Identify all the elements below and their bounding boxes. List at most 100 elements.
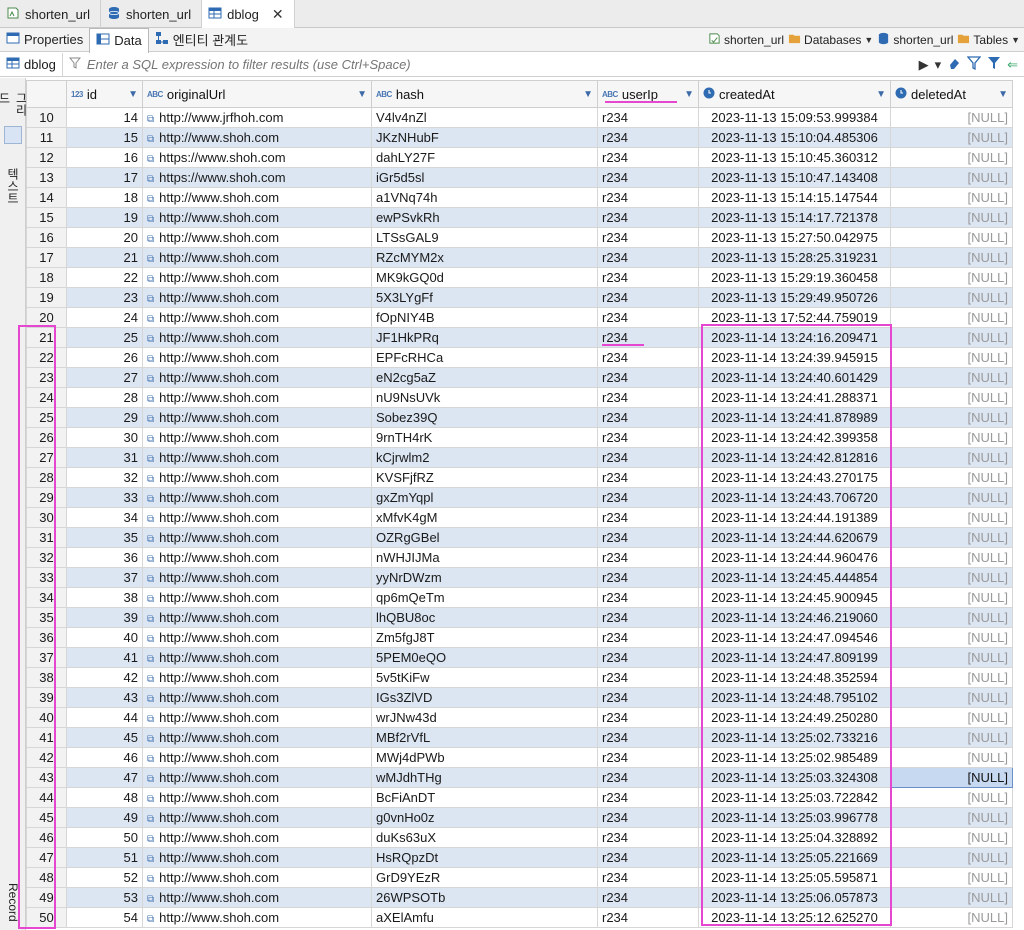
table-row[interactable]: 45 49 ⧉ http://www.shoh.com g0vnHo0z r234 2023…: [26, 807, 1013, 828]
user-ip-cell[interactable]: r234: [597, 267, 699, 288]
user-ip-cell[interactable]: r234: [597, 367, 699, 388]
external-link-icon[interactable]: ⧉: [147, 854, 154, 865]
row-number-cell[interactable]: 27: [26, 447, 67, 468]
tab-dblog[interactable]: dblog ✕: [202, 0, 295, 29]
row-number-cell[interactable]: 15: [26, 207, 67, 228]
original-url-cell[interactable]: ⧉ http://www.shoh.com: [142, 247, 372, 268]
hash-cell[interactable]: JKzNHubF: [371, 127, 598, 148]
original-url-cell[interactable]: ⧉ http://www.shoh.com: [142, 747, 372, 768]
external-link-icon[interactable]: ⧉: [147, 154, 154, 165]
row-number-cell[interactable]: 24: [26, 387, 67, 408]
tab-shorten-url-database[interactable]: shorten_url: [101, 0, 203, 28]
table-row[interactable]: 41 45 ⧉ http://www.shoh.com MBf2rVfL r234 2023…: [26, 727, 1013, 748]
column-header-originalurl[interactable]: ABC originalUrl ▼: [142, 80, 372, 108]
deleted-at-cell[interactable]: [NULL]: [890, 787, 1013, 808]
user-ip-cell[interactable]: r234: [597, 447, 699, 468]
column-header-deletedat[interactable]: deletedAt ▼: [890, 80, 1013, 108]
row-number-cell[interactable]: 45: [26, 807, 67, 828]
deleted-at-cell[interactable]: [NULL]: [890, 567, 1013, 588]
created-at-cell[interactable]: 2023-11-14 13:24:47.094546: [698, 627, 891, 648]
deleted-at-cell[interactable]: [NULL]: [890, 747, 1013, 768]
user-ip-cell[interactable]: r234: [597, 907, 699, 928]
external-link-icon[interactable]: ⧉: [147, 634, 154, 645]
table-row[interactable]: 36 40 ⧉ http://www.shoh.com Zm5fgJ8T r234 2023…: [26, 627, 1013, 648]
deleted-at-cell[interactable]: [NULL]: [890, 407, 1013, 428]
column-header-userip[interactable]: ABC userIp ▼: [597, 80, 699, 108]
row-number-cell[interactable]: 33: [26, 567, 67, 588]
user-ip-cell[interactable]: r234: [597, 347, 699, 368]
created-at-cell[interactable]: 2023-11-13 15:28:25.319231: [698, 247, 891, 268]
row-number-cell[interactable]: 43: [26, 767, 67, 788]
external-link-icon[interactable]: ⧉: [147, 414, 154, 425]
hash-cell[interactable]: KVSFjfRZ: [371, 467, 598, 488]
user-ip-cell[interactable]: r234: [597, 607, 699, 628]
hash-cell[interactable]: RZcMYM2x: [371, 247, 598, 268]
row-number-cell[interactable]: 22: [26, 347, 67, 368]
table-row[interactable]: 49 53 ⧉ http://www.shoh.com 26WPSOTb r234 2023…: [26, 887, 1013, 908]
hash-cell[interactable]: Sobez39Q: [371, 407, 598, 428]
apply-filter-icon[interactable]: ▶: [919, 57, 929, 73]
external-link-icon[interactable]: ⧉: [147, 814, 154, 825]
record-view-toggle[interactable]: Record: [4, 878, 22, 926]
row-number-cell[interactable]: 26: [26, 427, 67, 448]
user-ip-cell[interactable]: r234: [597, 627, 699, 648]
filter-input[interactable]: [80, 53, 919, 76]
user-ip-cell[interactable]: r234: [597, 867, 699, 888]
id-cell[interactable]: 51: [66, 847, 143, 868]
row-number-cell[interactable]: 47: [26, 847, 67, 868]
created-at-cell[interactable]: 2023-11-14 13:24:47.809199: [698, 647, 891, 668]
row-number-cell[interactable]: 31: [26, 527, 67, 548]
user-ip-cell[interactable]: r234: [597, 167, 699, 188]
original-url-cell[interactable]: ⧉ http://www.shoh.com: [142, 507, 372, 528]
hash-cell[interactable]: MWj4dPWb: [371, 747, 598, 768]
original-url-cell[interactable]: ⧉ https://www.shoh.com: [142, 167, 372, 188]
sort-icon[interactable]: ▼: [684, 89, 694, 100]
original-url-cell[interactable]: ⧉ http://www.shoh.com: [142, 707, 372, 728]
chevron-down-icon[interactable]: ▼: [864, 35, 873, 45]
original-url-cell[interactable]: ⧉ http://www.shoh.com: [142, 687, 372, 708]
user-ip-cell[interactable]: r234: [597, 767, 699, 788]
original-url-cell[interactable]: ⧉ http://www.shoh.com: [142, 387, 372, 408]
external-link-icon[interactable]: ⧉: [147, 734, 154, 745]
user-ip-cell[interactable]: r234: [597, 527, 699, 548]
user-ip-cell[interactable]: r234: [597, 287, 699, 308]
hash-cell[interactable]: ewPSvkRh: [371, 207, 598, 228]
table-row[interactable]: 23 27 ⧉ http://www.shoh.com eN2cg5aZ r234 2023…: [26, 367, 1013, 388]
deleted-at-cell[interactable]: [NULL]: [890, 427, 1013, 448]
row-number-cell[interactable]: 11: [26, 127, 67, 148]
user-ip-cell[interactable]: r234: [597, 207, 699, 228]
table-row[interactable]: 18 22 ⧉ http://www.shoh.com MK9kGQ0d r234 2023…: [26, 267, 1013, 288]
id-cell[interactable]: 15: [66, 127, 143, 148]
row-number-cell[interactable]: 44: [26, 787, 67, 808]
table-row[interactable]: 22 26 ⧉ http://www.shoh.com EPFcRHCa r234 2023…: [26, 347, 1013, 368]
original-url-cell[interactable]: ⧉ http://www.shoh.com: [142, 727, 372, 748]
original-url-cell[interactable]: ⧉ http://www.shoh.com: [142, 567, 372, 588]
deleted-at-cell[interactable]: [NULL]: [890, 327, 1013, 348]
hash-cell[interactable]: a1VNq74h: [371, 187, 598, 208]
table-row[interactable]: 27 31 ⧉ http://www.shoh.com kCjrwlm2 r234 2023…: [26, 447, 1013, 468]
row-number-cell[interactable]: 42: [26, 747, 67, 768]
original-url-cell[interactable]: ⧉ http://www.shoh.com: [142, 887, 372, 908]
table-row[interactable]: 19 23 ⧉ http://www.shoh.com 5X3LYgFf r234 2023…: [26, 287, 1013, 308]
hash-cell[interactable]: fOpNIY4B: [371, 307, 598, 328]
deleted-at-cell[interactable]: [NULL]: [890, 507, 1013, 528]
sort-icon[interactable]: ▼: [583, 89, 593, 100]
id-cell[interactable]: 16: [66, 147, 143, 168]
created-at-cell[interactable]: 2023-11-14 13:24:41.878989: [698, 407, 891, 428]
id-cell[interactable]: 31: [66, 447, 143, 468]
table-row[interactable]: 31 35 ⧉ http://www.shoh.com OZRgGBel r234 2023…: [26, 527, 1013, 548]
deleted-at-cell[interactable]: [NULL]: [890, 467, 1013, 488]
deleted-at-cell[interactable]: [NULL]: [890, 767, 1013, 788]
id-cell[interactable]: 48: [66, 787, 143, 808]
hash-cell[interactable]: JF1HkPRq: [371, 327, 598, 348]
row-number-cell[interactable]: 37: [26, 647, 67, 668]
original-url-cell[interactable]: ⧉ http://www.shoh.com: [142, 467, 372, 488]
id-cell[interactable]: 37: [66, 567, 143, 588]
original-url-cell[interactable]: ⧉ http://www.jrfhoh.com: [142, 107, 372, 128]
hash-cell[interactable]: 5v5tKiFw: [371, 667, 598, 688]
deleted-at-cell[interactable]: [NULL]: [890, 367, 1013, 388]
original-url-cell[interactable]: ⧉ http://www.shoh.com: [142, 527, 372, 548]
row-number-header[interactable]: [26, 80, 67, 108]
original-url-cell[interactable]: ⧉ http://www.shoh.com: [142, 487, 372, 508]
external-link-icon[interactable]: ⧉: [147, 834, 154, 845]
